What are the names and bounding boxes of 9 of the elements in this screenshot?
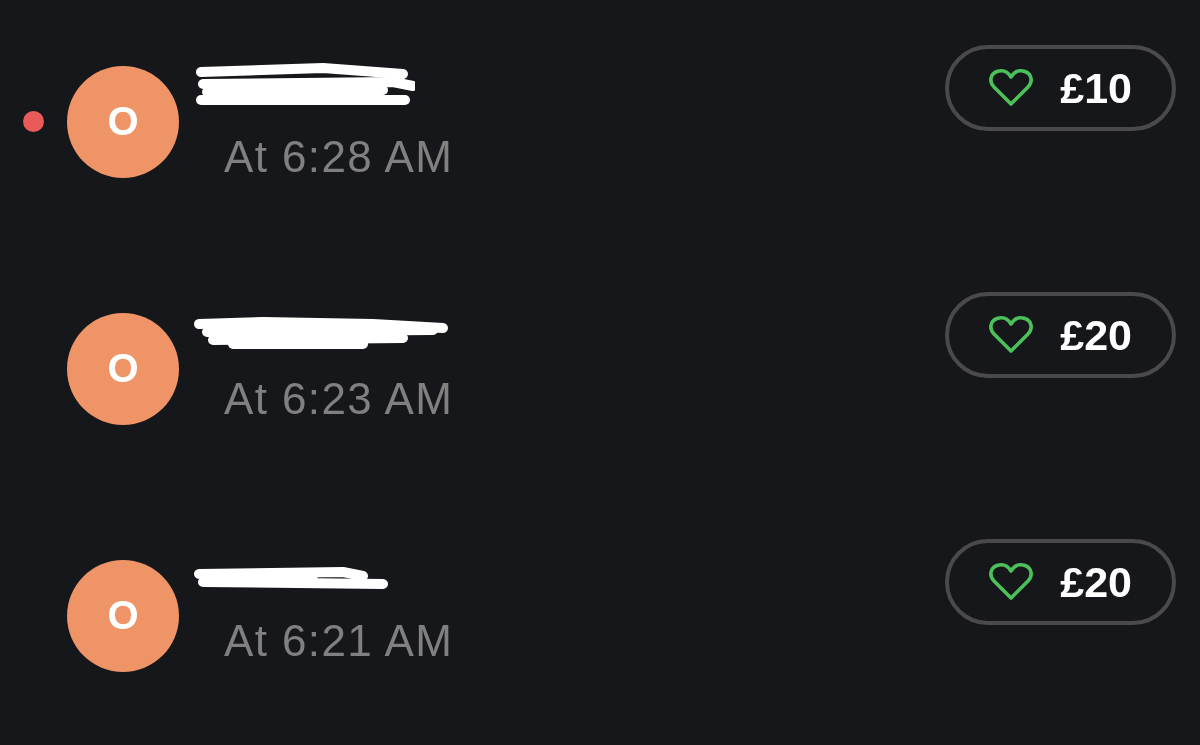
avatar-initial: O bbox=[67, 312, 179, 425]
avatar-initial: O bbox=[67, 65, 179, 178]
avatar-initial: O bbox=[67, 559, 179, 672]
transaction-time: At 6:21 AM bbox=[224, 615, 454, 666]
amount-button[interactable]: £20 bbox=[945, 539, 1176, 625]
transaction-time: At 6:28 AM bbox=[224, 131, 454, 182]
amount-button[interactable]: £20 bbox=[945, 292, 1176, 378]
transaction-time: At 6:23 AM bbox=[224, 373, 454, 424]
amount-button[interactable]: £10 bbox=[945, 45, 1176, 131]
